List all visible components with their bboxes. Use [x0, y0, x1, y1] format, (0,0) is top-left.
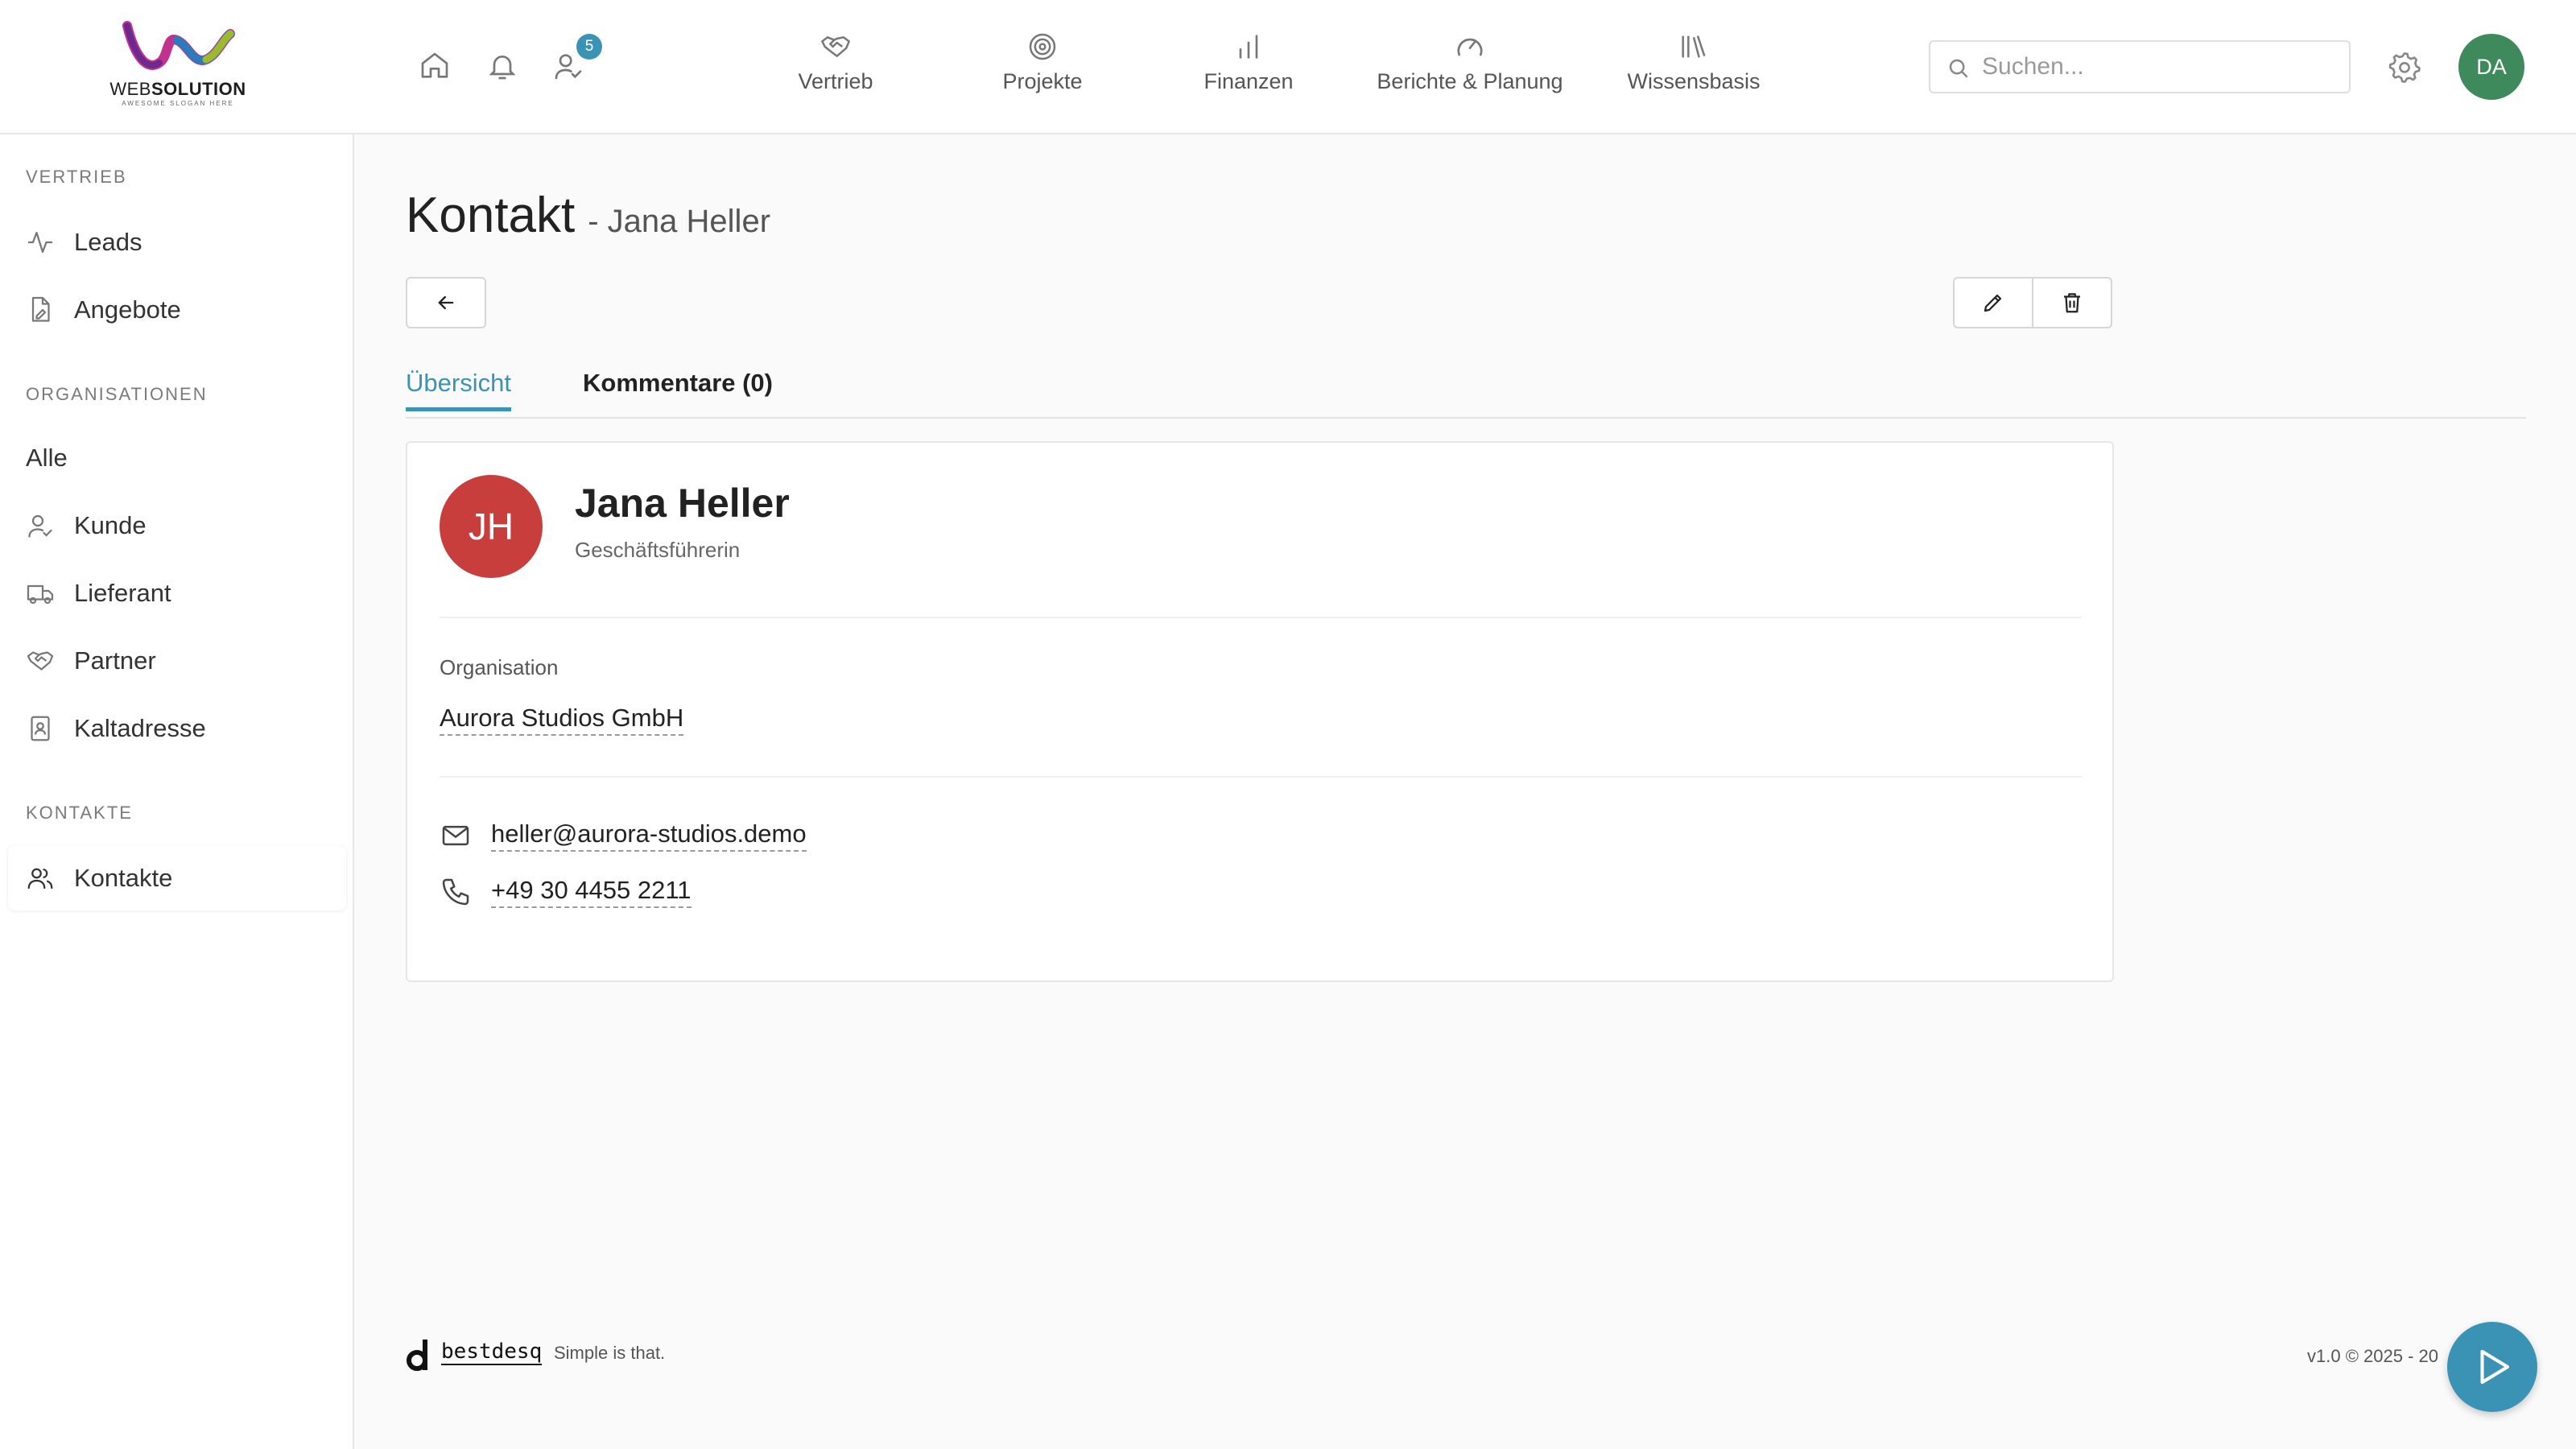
trash-icon — [2064, 293, 2080, 313]
sidebar-item-lieferant[interactable]: Lieferant — [8, 561, 346, 625]
search-icon — [1946, 56, 1971, 80]
sidebar-item-angebote[interactable]: Angebote — [8, 278, 346, 342]
sidebar-item-label: Leads — [74, 228, 142, 256]
sidebar-item-kontakte[interactable]: Kontakte — [8, 846, 346, 910]
nav-label: Vertrieb — [798, 69, 873, 93]
notification-badge: 5 — [576, 34, 602, 60]
sidebar-item-partner[interactable]: Partner — [8, 629, 346, 693]
search-input[interactable] — [1982, 47, 2336, 87]
activity-icon — [26, 228, 55, 257]
nav-vertrieb[interactable]: Vertrieb — [787, 31, 884, 103]
footer-tagline: Simple is that. — [554, 1343, 666, 1363]
nav-label: Berichte & Planung — [1377, 69, 1563, 93]
company-logo[interactable]: WEBSOLUTION AWESOME SLOGAN HERE — [109, 19, 246, 111]
footer-version: v1.0 © 2025 - 20 — [2307, 1346, 2438, 1366]
nav-label: Finanzen — [1203, 69, 1294, 93]
delete-button[interactable] — [2032, 277, 2112, 328]
contact-card: JH Jana Heller Geschäftsführerin Organis… — [406, 441, 2114, 982]
sidebar-section-title: ORGANISATIONEN — [26, 384, 208, 404]
truck-icon — [26, 579, 55, 608]
sidebar-item-label: Angebote — [74, 295, 181, 324]
sidebar-item-label: Lieferant — [74, 579, 171, 607]
back-button[interactable] — [406, 277, 486, 328]
top-navbar: WEBSOLUTION AWESOME SLOGAN HERE 5 Vertri… — [0, 0, 2576, 134]
sidebar-section-title: KONTAKTE — [26, 803, 133, 823]
organisation-link[interactable]: Aurora Studios GmbH — [440, 704, 684, 736]
phone-icon — [440, 876, 472, 908]
sidebar-item-label: Kontakte — [74, 864, 173, 892]
sidebar-item-kunde[interactable]: Kunde — [8, 493, 346, 558]
phone-link[interactable]: +49 30 4455 2211 — [491, 876, 691, 908]
library-icon — [1678, 31, 1710, 63]
page-title-text: Kontakt — [406, 188, 576, 243]
sidebar-item-label: Partner — [74, 646, 156, 675]
sidebar-item-kaltadresse[interactable]: Kaltadresse — [8, 696, 346, 761]
pencil-icon — [1984, 294, 2002, 312]
sidebar-item-label: Kunde — [74, 511, 147, 539]
handshake-icon — [26, 646, 55, 675]
nav-label: Projekte — [1002, 69, 1083, 93]
sidebar-item-label: Alle — [26, 444, 68, 472]
home-icon[interactable] — [419, 50, 451, 82]
page-subtitle: - Jana Heller — [588, 204, 771, 239]
search-box[interactable] — [1929, 40, 2351, 93]
contact-name: Jana Heller — [575, 481, 790, 526]
nav-finanzen[interactable]: Finanzen — [1195, 31, 1302, 103]
bar-chart-icon — [1232, 31, 1265, 63]
gauge-icon — [1454, 31, 1486, 63]
footer-brand: bestdesq — [441, 1340, 543, 1365]
user-check-icon — [26, 511, 55, 540]
organisation-label: Organisation — [440, 655, 559, 679]
divider — [440, 617, 2082, 618]
nav-wissensbasis[interactable]: Wissensbasis — [1621, 31, 1766, 103]
logo-text: WEBSOLUTION — [109, 79, 246, 99]
nav-projekte[interactable]: Projekte — [990, 31, 1095, 103]
play-icon — [2480, 1349, 2510, 1385]
sidebar-item-alle[interactable]: Alle — [8, 426, 346, 490]
page-title: Kontakt - Jana Heller — [406, 187, 770, 244]
logo-wave-icon — [122, 21, 235, 70]
footer-logo-icon — [406, 1336, 433, 1373]
nav-berichte-planung[interactable]: Berichte & Planung — [1373, 31, 1567, 103]
nav-label: Wissensbasis — [1627, 69, 1761, 93]
sidebar-item-leads[interactable]: Leads — [8, 210, 346, 275]
tab-kommentare[interactable]: Kommentare (0) — [583, 369, 773, 398]
sidebar-item-label: Kaltadresse — [74, 714, 206, 742]
tab-uebersicht[interactable]: Übersicht — [406, 369, 511, 411]
handshake-icon — [819, 31, 852, 63]
bell-icon[interactable] — [486, 50, 518, 82]
email-link[interactable]: heller@aurora-studios.demo — [491, 819, 807, 852]
target-icon — [1026, 31, 1059, 63]
gear-icon[interactable] — [2388, 50, 2421, 84]
arrow-left-icon — [438, 295, 454, 310]
logo-tagline: AWESOME SLOGAN HERE — [122, 100, 234, 107]
contact-avatar: JH — [440, 475, 543, 578]
tab-bar: Übersicht Kommentare (0) — [406, 362, 2526, 419]
contact-role: Geschäftsführerin — [575, 538, 741, 562]
play-button[interactable] — [2447, 1322, 2537, 1412]
users-icon — [26, 864, 55, 893]
mail-icon — [440, 819, 472, 852]
divider — [440, 776, 2082, 778]
user-avatar[interactable]: DA — [2458, 34, 2524, 100]
sidebar-section-title: VERTRIEB — [26, 167, 127, 187]
file-signature-icon — [26, 295, 55, 324]
address-book-icon — [26, 714, 55, 743]
edit-button[interactable] — [1953, 277, 2033, 328]
sidebar: VERTRIEB Leads Angebote ORGANISATIONEN A… — [0, 134, 354, 1449]
